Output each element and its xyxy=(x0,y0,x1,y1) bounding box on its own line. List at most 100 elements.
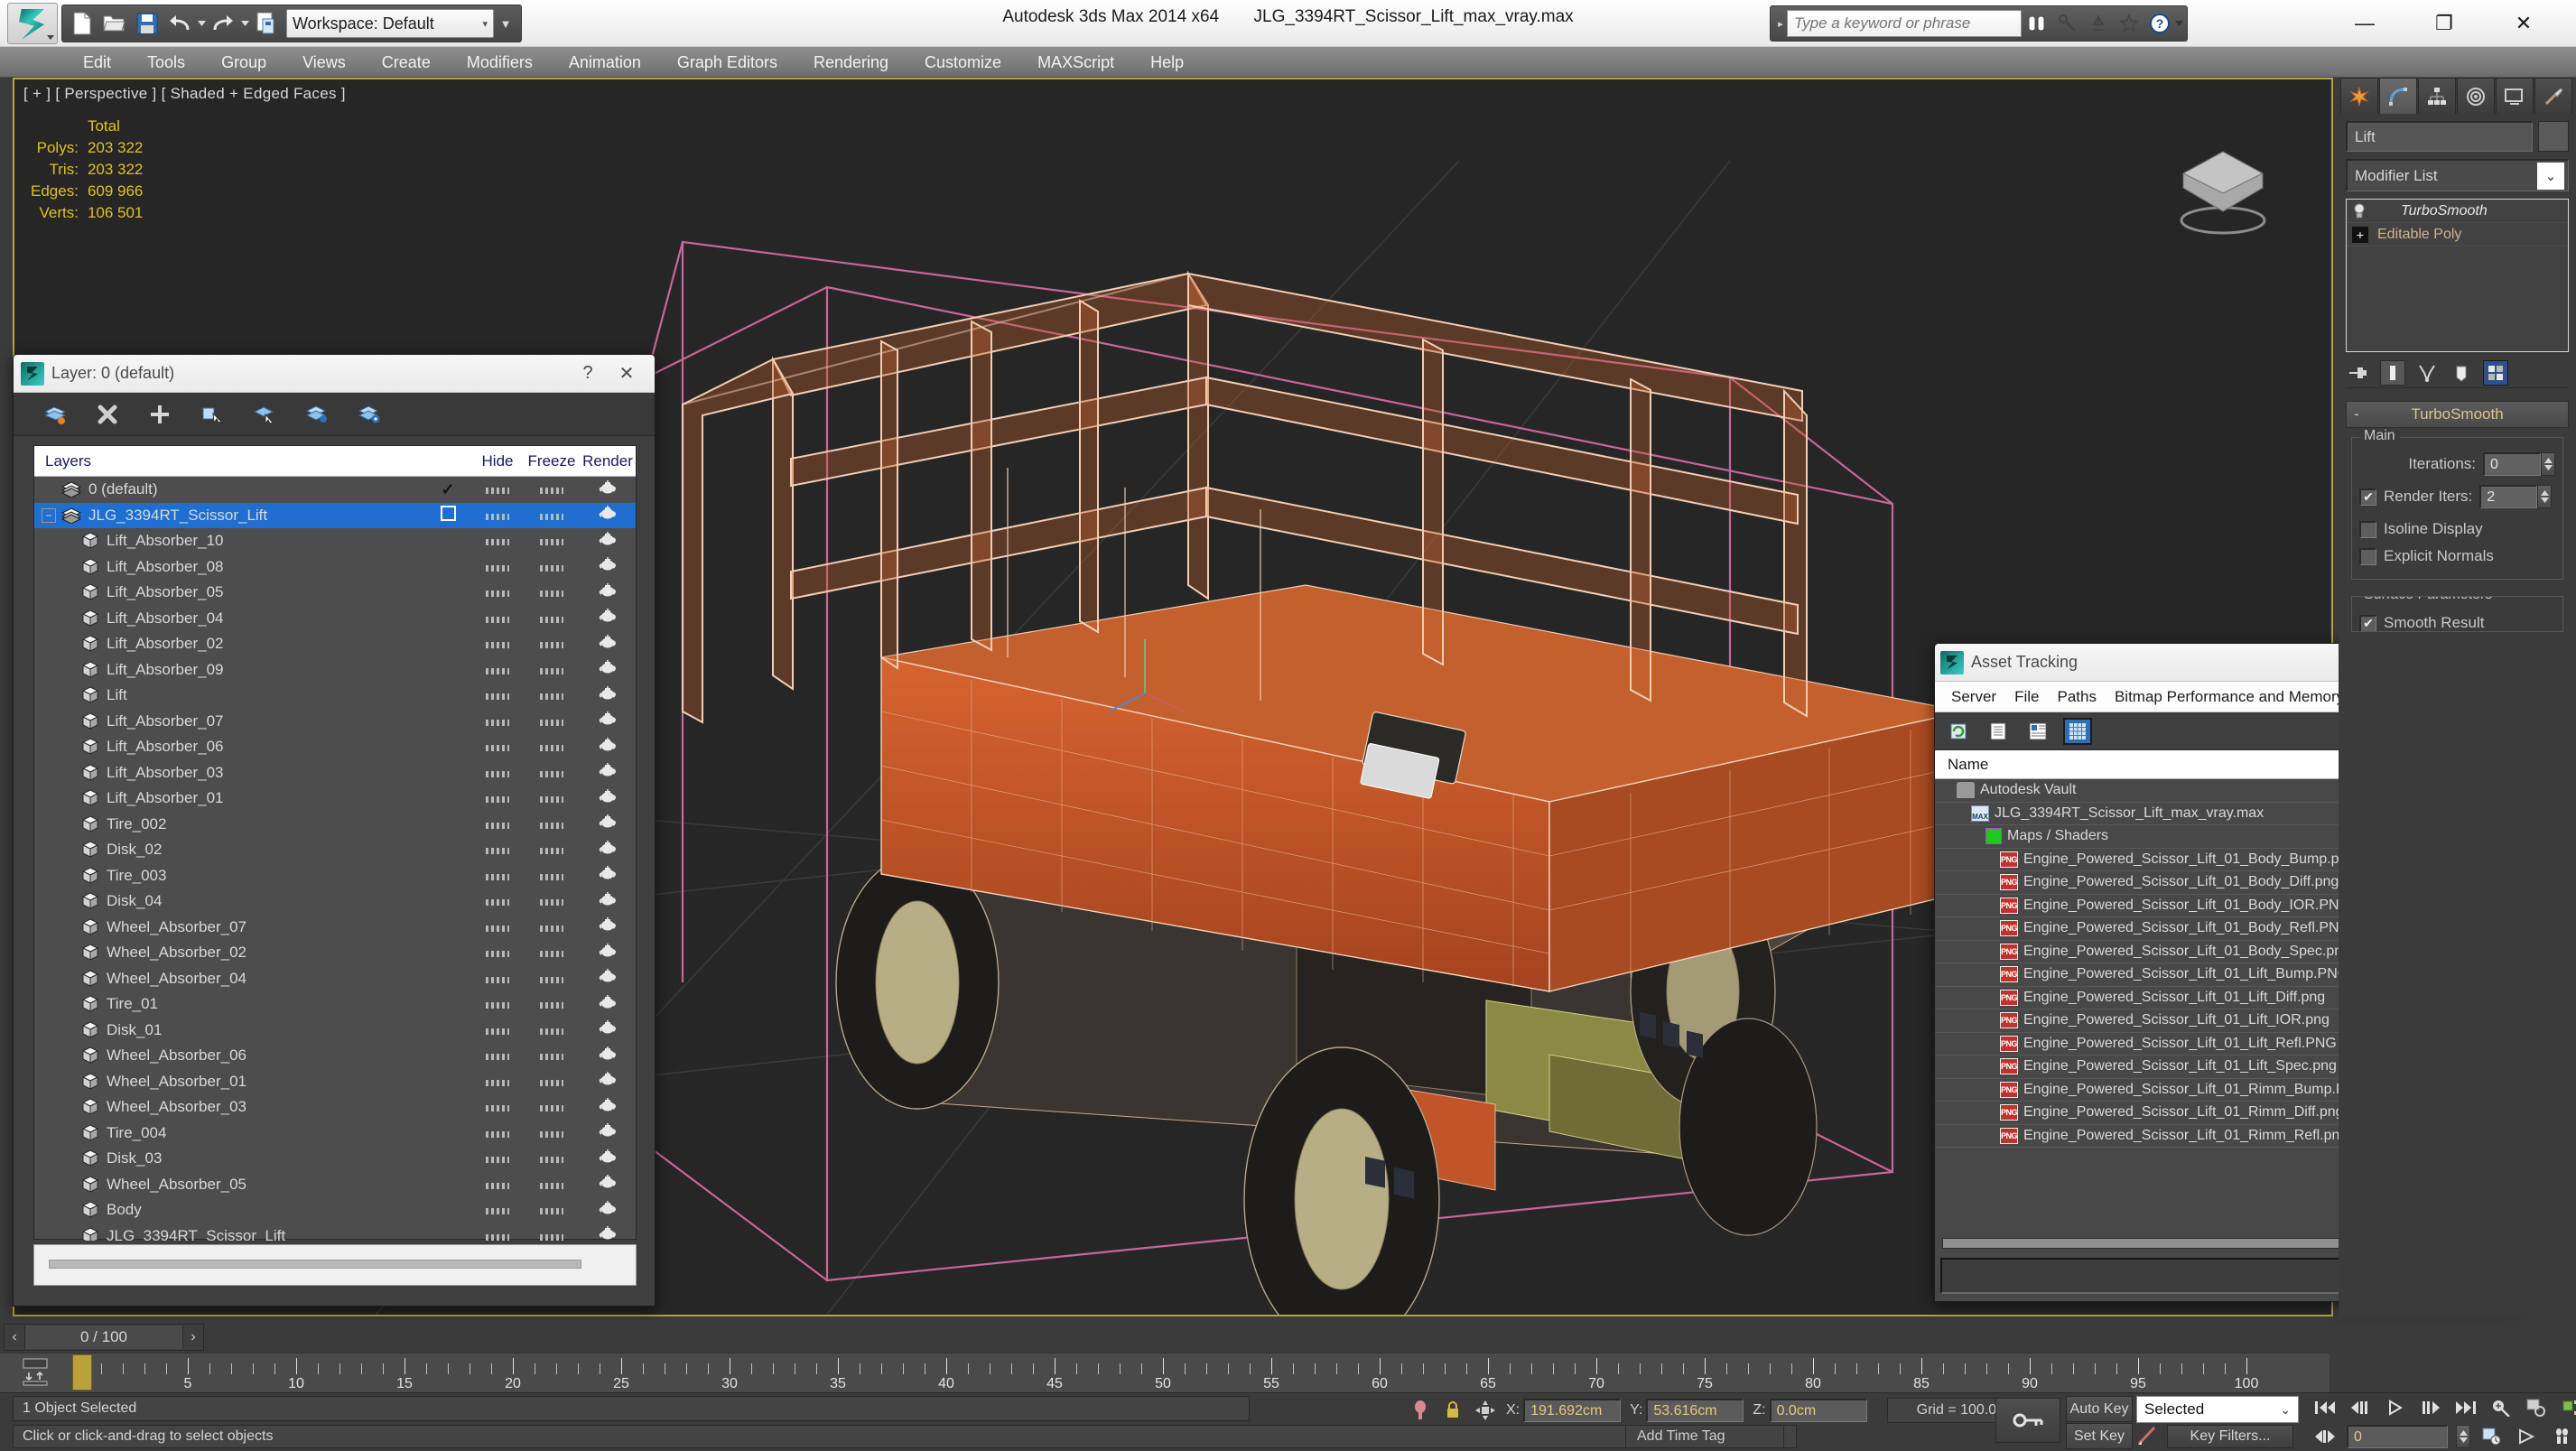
layer-row[interactable]: Wheel_Absorber_02 xyxy=(34,940,636,966)
layer-hide-cell[interactable] xyxy=(471,1046,524,1065)
new-file-icon[interactable] xyxy=(66,8,98,39)
layer-row[interactable]: Lift_Absorber_08 xyxy=(34,554,636,581)
layer-freeze-cell[interactable] xyxy=(524,738,580,756)
layer-hide-cell[interactable] xyxy=(471,738,524,756)
layer-row[interactable]: Wheel_Absorber_04 xyxy=(34,966,636,992)
layer-hide-cell[interactable] xyxy=(471,764,524,782)
menu-item-group[interactable]: Group xyxy=(203,47,284,78)
add-time-tag-button[interactable]: Add Time Tag xyxy=(1625,1425,1784,1448)
minimize-button[interactable]: — xyxy=(2325,4,2404,43)
undo-icon[interactable] xyxy=(163,8,196,39)
make-unique-icon[interactable] xyxy=(2414,360,2440,386)
current-frame-field[interactable]: 0 xyxy=(2347,1425,2448,1448)
search-input[interactable] xyxy=(1787,10,2022,37)
menu-item-modifiers[interactable]: Modifiers xyxy=(449,47,551,78)
layer-hide-cell[interactable] xyxy=(471,480,524,498)
current-frame-spinner[interactable] xyxy=(2456,1425,2470,1448)
layer-freeze-cell[interactable] xyxy=(524,532,580,550)
isolate-selection-icon[interactable] xyxy=(1409,1399,1432,1422)
layer-freeze-cell[interactable] xyxy=(524,583,580,601)
layer-dialog-close-button[interactable]: ✕ xyxy=(606,362,647,385)
next-frame-arrow[interactable]: › xyxy=(183,1329,203,1345)
layer-hide-cell[interactable] xyxy=(471,686,524,704)
time-slider-handle[interactable] xyxy=(72,1354,92,1391)
menu-item-views[interactable]: Views xyxy=(284,47,364,78)
iterations-field[interactable]: 0 xyxy=(2483,452,2541,476)
layer-row[interactable]: Wheel_Absorber_01 xyxy=(34,1069,636,1095)
layer-hide-cell[interactable] xyxy=(471,1227,524,1241)
layer-hide-cell[interactable] xyxy=(471,507,524,525)
render-iters-checkbox[interactable]: ✔ xyxy=(2359,488,2376,506)
layer-render-cell[interactable] xyxy=(580,969,636,988)
layer-hide-cell[interactable] xyxy=(471,867,524,885)
key-mode-toggle-small-icon[interactable] xyxy=(2311,1425,2339,1448)
workspace-selector[interactable]: Workspace: Default ▾ xyxy=(286,9,494,38)
layer-render-cell[interactable] xyxy=(580,531,636,551)
layer-hide-cell[interactable] xyxy=(471,558,524,576)
layer-freeze-cell[interactable] xyxy=(524,944,580,962)
menu-item-tools[interactable]: Tools xyxy=(129,47,203,78)
layer-hide-cell[interactable] xyxy=(471,635,524,653)
render-iters-field[interactable]: 2 xyxy=(2479,485,2538,508)
help-dropdown-icon[interactable] xyxy=(2175,15,2183,32)
render-iters-spinner[interactable] xyxy=(2537,485,2553,508)
plus-expander-icon[interactable]: + xyxy=(2352,226,2368,243)
layer-freeze-cell[interactable] xyxy=(524,1073,580,1091)
previous-frame-icon[interactable] xyxy=(2347,1396,2374,1419)
play-animation-icon[interactable] xyxy=(2382,1396,2409,1419)
layer-render-cell[interactable] xyxy=(580,840,636,860)
layer-render-cell[interactable] xyxy=(580,660,636,679)
layer-row[interactable]: Disk_03 xyxy=(34,1146,636,1172)
display-tab-icon[interactable] xyxy=(2496,78,2534,114)
layer-row[interactable]: − JLG_3394RT_Scissor_Lift xyxy=(34,502,636,528)
delete-layer-icon[interactable] xyxy=(91,399,124,430)
absolute-relative-mode-icon[interactable] xyxy=(1474,1399,1497,1422)
layer-freeze-cell[interactable] xyxy=(524,635,580,653)
layer-freeze-cell[interactable] xyxy=(524,480,580,498)
layer-expander-icon[interactable]: − xyxy=(42,507,56,523)
asset-menu-bitmap-performance-and-memory[interactable]: Bitmap Performance and Memory xyxy=(2106,688,2353,706)
layer-render-cell[interactable] xyxy=(580,582,636,602)
highlight-selected-objects-layers-icon[interactable] xyxy=(301,399,333,430)
close-button[interactable]: ✕ xyxy=(2484,4,2563,43)
maximize-button[interactable]: ❐ xyxy=(2404,4,2484,43)
layer-freeze-cell[interactable] xyxy=(524,507,580,525)
layer-render-cell[interactable] xyxy=(580,1200,636,1220)
layer-render-cell[interactable] xyxy=(580,479,636,499)
open-file-icon[interactable] xyxy=(98,8,131,39)
layer-row[interactable]: Tire_003 xyxy=(34,863,636,889)
layer-hide-cell[interactable] xyxy=(471,609,524,628)
layer-row[interactable]: Lift xyxy=(34,683,636,709)
layer-render-cell[interactable] xyxy=(580,506,636,525)
layer-render-cell[interactable] xyxy=(580,1020,636,1039)
explicit-normals-checkbox[interactable] xyxy=(2359,547,2376,565)
modifier-stack-item-editable-poly[interactable]: + Editable Poly xyxy=(2347,223,2568,246)
layer-freeze-cell[interactable] xyxy=(524,1227,580,1241)
utilities-tab-icon[interactable] xyxy=(2534,78,2572,114)
layer-render-cell[interactable] xyxy=(580,1046,636,1065)
workspace-menu-icon[interactable]: ▼ xyxy=(494,8,517,39)
layer-dialog-help-button[interactable]: ? xyxy=(570,363,606,384)
layer-row[interactable]: Disk_02 xyxy=(34,837,636,863)
layer-freeze-cell[interactable] xyxy=(524,1201,580,1219)
layer-freeze-cell[interactable] xyxy=(524,661,580,679)
layer-dialog-titlebar[interactable]: Layer: 0 (default) ? ✕ xyxy=(14,355,655,393)
redo-icon[interactable] xyxy=(207,8,239,39)
layer-hide-cell[interactable] xyxy=(471,1073,524,1091)
application-menu-button[interactable] xyxy=(7,3,58,44)
layer-freeze-cell[interactable] xyxy=(524,995,580,1013)
layer-render-cell[interactable] xyxy=(580,994,636,1014)
modifier-stack[interactable]: TurboSmooth + Editable Poly xyxy=(2346,199,2569,352)
layer-row[interactable]: Disk_01 xyxy=(34,1018,636,1044)
layer-freeze-cell[interactable] xyxy=(524,867,580,885)
layer-render-cell[interactable] xyxy=(580,866,636,885)
go-to-start-icon[interactable] xyxy=(2311,1396,2339,1419)
layer-freeze-cell[interactable] xyxy=(524,1046,580,1065)
menu-item-edit[interactable]: Edit xyxy=(65,47,129,78)
layer-row[interactable]: Lift_Absorber_06 xyxy=(34,734,636,760)
layer-hide-cell[interactable] xyxy=(471,892,524,910)
default-tangent-icon[interactable] xyxy=(2136,1425,2163,1448)
time-configuration-icon[interactable] xyxy=(2478,1425,2506,1448)
smooth-result-row[interactable]: ✔ Smooth Result xyxy=(2359,609,2555,631)
layer-hide-cell[interactable] xyxy=(471,1124,524,1142)
